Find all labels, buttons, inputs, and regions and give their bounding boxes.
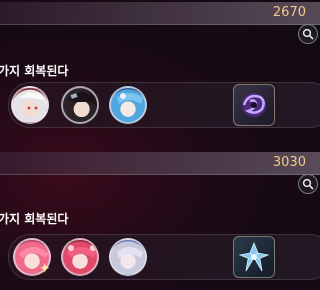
portrait-red-pink-haired-character[interactable] <box>61 238 99 276</box>
row-2-panel: ✦ <box>8 234 320 280</box>
portrait-silver-haired-character[interactable] <box>109 238 147 276</box>
reward-blue-crystal-flower[interactable] <box>233 236 275 278</box>
row-2-search-button[interactable] <box>298 174 318 194</box>
row-1-panel <box>8 82 320 128</box>
sparkle-icon: ✦ <box>39 260 51 276</box>
reward-purple-swirl-orb[interactable] <box>233 84 275 126</box>
purple-swirl-orb-icon <box>242 93 266 117</box>
portrait-blue-haired-character[interactable] <box>109 86 147 124</box>
blue-crystal-flower-icon <box>238 241 270 272</box>
magnifier-icon <box>302 28 314 40</box>
row-2-description: 가지 회복된다 <box>0 212 69 226</box>
row-2-header-bar: 3030 <box>0 152 320 175</box>
portrait-white-haired-character[interactable] <box>11 86 49 124</box>
row-1-description: 가지 회복된다 <box>0 64 69 78</box>
row-1-header-bar: 2670 <box>0 2 320 25</box>
row-1-search-button[interactable] <box>298 24 318 44</box>
magnifier-icon <box>302 178 314 190</box>
row-2-count: 3030 <box>272 155 306 170</box>
portrait-dark-haired-character[interactable] <box>61 86 99 124</box>
row-1-count: 2670 <box>272 5 306 20</box>
